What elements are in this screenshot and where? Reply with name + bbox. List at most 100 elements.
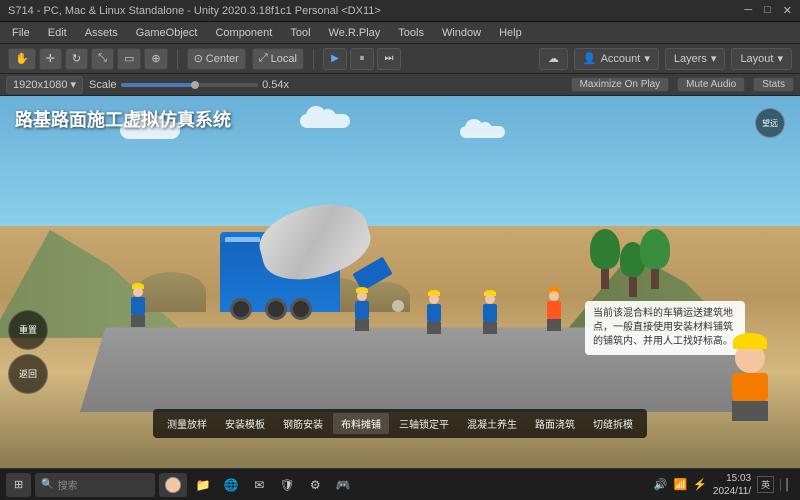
step-button[interactable]: ⏭ [377,48,401,70]
stats-btn[interactable]: Stats [753,77,794,92]
cloud-button[interactable]: ☁ [539,48,568,70]
scene-toolbar: 1920x1080 ▾ Scale 0.54x Maximize On Play… [0,74,800,96]
scale-thumb [191,81,199,89]
toolbar-right: ☁ 👤 Account ▾ Layers ▾ Layout ▾ [539,48,792,70]
resolution-chevron-icon: ▾ [70,78,76,91]
menu-item-pouring[interactable]: 路面浇筑 [527,413,583,434]
menu-item-curing[interactable]: 混凝土养生 [459,413,525,434]
play-button[interactable]: ▶ [323,48,347,70]
taskbar-settings-icon[interactable]: ⚙ [303,473,327,497]
clock[interactable]: 15:03 2024/11/ [713,472,751,498]
menu-weRplay[interactable]: We.R.Play [321,25,389,41]
playback-controls: ▶ ⏸ ⏭ [323,48,401,70]
guide-body [732,373,768,401]
menu-item-survey[interactable]: 测量放样 [159,413,215,434]
menu-item-rebar[interactable]: 钢筋安装 [275,413,331,434]
show-desktop-btn[interactable]: │ [780,479,794,491]
truck-wheel-front-left [265,298,287,320]
dialog-text: 当前该混合料的车辆运送建筑地点，一般直接使用安装材料铺筑的铺筑内、并用人工找好标… [593,308,733,347]
menu-assets[interactable]: Assets [77,25,126,41]
reset-button[interactable]: 重置 [8,310,48,350]
mute-audio-btn[interactable]: Mute Audio [677,77,745,92]
sep1 [177,49,178,69]
menu-file[interactable]: File [4,25,38,41]
start-button[interactable]: ⊞ [6,473,31,497]
move-tool[interactable]: ✛ [39,48,62,70]
local-icon: ⤢ [259,52,268,65]
scale-bar: Scale 0.54x [89,79,289,91]
truck-wheel-left [230,298,252,320]
taskbar-battery-icon[interactable]: ⚡ [693,478,707,491]
account-chevron-icon: ▾ [644,52,650,65]
toolbar: ✋ ✛ ↻ ⤡ ▭ ⊕ ⊙ Center ⤢ Local ▶ ⏸ ⏭ ☁ 👤 A… [0,44,800,74]
scale-tool[interactable]: ⤡ [91,48,114,70]
game-viewport[interactable]: 路基路面施工虚拟仿真系统 望远 当前该混合料的车辆运送建筑地点，一般直接使用安装… [0,96,800,468]
guide-helmet [733,333,767,349]
tree-3 [640,229,670,289]
maximize-btn[interactable]: □ [764,4,771,17]
search-icon: 🔍 [41,479,53,490]
layout-chevron-icon: ▾ [777,52,783,65]
scene-toolbar-right: Maximize On Play Mute Audio Stats [571,77,794,92]
rect-tool[interactable]: ▭ [117,48,141,70]
taskbar-edge-icon[interactable]: 🌐 [219,473,243,497]
taskbar-right: 🔊 📶 ⚡ 15:03 2024/11/ 英 │ [654,472,794,498]
menu-tools[interactable]: Tools [390,25,432,41]
worker-3 [424,290,444,330]
combo-tool[interactable]: ⊕ [144,48,167,70]
minimize-btn[interactable]: ─ [744,4,752,17]
worker-5 [544,287,564,327]
guide-legs [732,401,768,421]
taskbar-shield-icon[interactable]: 🛡 [275,473,299,497]
search-bar[interactable]: 🔍 搜索 [35,473,155,497]
taskbar: ⊞ 🔍 搜索 📁 🌐 ✉ 🛡 ⚙ 🎮 🔊 📶 ⚡ 15:03 2024/11/ … [0,468,800,500]
taskbar-lang-icon[interactable]: 英 [757,476,774,493]
layout-button[interactable]: Layout ▾ [731,48,792,70]
worker-2 [352,287,372,327]
menu-window[interactable]: Window [434,25,489,41]
bottom-menu: 测量放样 安装模板 钢筋安装 布料摊铺 三轴锁定平 混凝土养生 路面浇筑 切缝拆… [153,409,647,438]
scale-fill [121,83,195,87]
account-icon: 👤 [583,52,597,65]
transform-tools: ✋ ✛ ↻ ⤡ ▭ ⊕ [8,48,168,70]
menu-component[interactable]: Component [207,25,280,41]
menu-item-triaxial[interactable]: 三轴锁定平 [391,413,457,434]
main-area: 路基路面施工虚拟仿真系统 望远 当前该混合料的车辆运送建筑地点，一般直接使用安装… [0,96,800,468]
rotate-tool[interactable]: ↻ [65,48,88,70]
pivot-local-btn[interactable]: ⤢ Local [252,48,304,70]
taskbar-explorer-icon[interactable]: 📁 [191,473,215,497]
windows-icon: ⊞ [14,478,23,491]
layers-chevron-icon: ▾ [711,52,717,65]
left-panel: 重置 返回 [8,310,48,394]
taskbar-game-icon[interactable]: 🎮 [331,473,355,497]
layers-button[interactable]: Layers ▾ [665,48,726,70]
taskbar-app-1[interactable] [159,473,187,497]
close-btn[interactable]: ✕ [783,4,792,17]
truck-wheel-right [290,298,312,320]
menu-item-paving[interactable]: 布料摊铺 [333,413,389,434]
cloud-2 [300,114,350,128]
title-bar: S714 - PC, Mac & Linux Standalone - Unit… [0,0,800,22]
scale-track[interactable] [121,83,259,87]
menu-help[interactable]: Help [491,25,530,41]
compass: 望远 [755,108,785,138]
worker-4 [480,290,500,330]
pause-button[interactable]: ⏸ [350,48,374,70]
menu-item-install-formwork[interactable]: 安装模板 [217,413,273,434]
taskbar-network-icon[interactable]: 📶 [674,478,688,491]
menu-tool[interactable]: Tool [282,25,318,41]
maximize-on-play-btn[interactable]: Maximize On Play [571,77,670,92]
hand-tool[interactable]: ✋ [8,48,36,70]
pivot-center-btn[interactable]: ⊙ Center [187,48,246,70]
taskbar-mail-icon[interactable]: ✉ [247,473,271,497]
menu-edit[interactable]: Edit [40,25,75,41]
worker-1 [128,283,148,323]
resolution-dropdown[interactable]: 1920x1080 ▾ [6,76,83,94]
account-button[interactable]: 👤 Account ▾ [574,48,659,70]
menu-item-demolding[interactable]: 切缝拆模 [585,413,641,434]
cloud-icon: ☁ [548,52,559,65]
taskbar-sound-icon[interactable]: 🔊 [654,478,668,491]
back-button[interactable]: 返回 [8,354,48,394]
clock-time: 15:03 [713,472,751,485]
menu-gameobject[interactable]: GameObject [128,25,206,41]
